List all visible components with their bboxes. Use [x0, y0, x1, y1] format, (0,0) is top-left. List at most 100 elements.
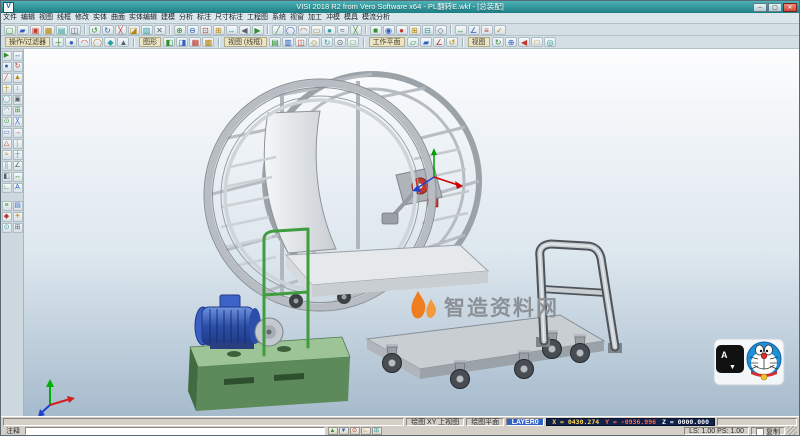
revolve-solid-icon[interactable]: ◉: [383, 25, 395, 35]
cut-icon[interactable]: ╳: [115, 25, 127, 35]
circle-filter-icon[interactable]: ◯: [91, 37, 103, 47]
offset-tool-icon[interactable]: ║: [2, 161, 12, 171]
menu-item-1[interactable]: 编辑: [19, 13, 37, 23]
center-view-icon[interactable]: ⊕: [505, 37, 517, 47]
point-icon[interactable]: ●: [324, 25, 336, 35]
rectangle-icon[interactable]: ▭: [311, 25, 323, 35]
axonometric-view-icon[interactable]: ◇: [308, 37, 320, 47]
open-folder-icon[interactable]: ▰: [17, 25, 29, 35]
layer-icon[interactable]: ≡: [2, 201, 12, 211]
break-tool-icon[interactable]: │: [13, 139, 23, 149]
redo-icon[interactable]: ↻: [102, 25, 114, 35]
workplane-reset-icon[interactable]: ↺: [446, 37, 458, 47]
point-tool-icon[interactable]: ●: [2, 62, 12, 72]
rotate-tool-icon[interactable]: ↻: [13, 62, 23, 72]
solid-filter-icon[interactable]: ▲: [117, 37, 129, 47]
copy-icon[interactable]: ◪: [128, 25, 140, 35]
measure-distance-icon[interactable]: ↔: [455, 25, 467, 35]
top-view-icon[interactable]: ▤: [269, 37, 281, 47]
menu-item-4[interactable]: 修改: [73, 13, 91, 23]
next-view-icon[interactable]: ▶: [252, 25, 264, 35]
workplane-by-face-icon[interactable]: ∠: [433, 37, 445, 47]
scale-tool-icon[interactable]: ▲: [13, 73, 23, 83]
wireframe-mode-icon[interactable]: ◨: [176, 37, 188, 47]
prompt-previous-icon[interactable]: ▲: [328, 427, 338, 435]
menu-item-16[interactable]: 冲模: [324, 13, 342, 23]
refresh-view-icon[interactable]: ↻: [492, 37, 504, 47]
arc-tool-icon[interactable]: ◠: [2, 106, 12, 116]
fillet-tool-icon[interactable]: ∟: [2, 183, 12, 193]
rectangle-tool-icon[interactable]: ▭: [2, 128, 12, 138]
surface-filter-icon[interactable]: ◆: [104, 37, 116, 47]
previous-view-icon[interactable]: ◀: [239, 25, 251, 35]
shell-solid-icon[interactable]: ◇: [435, 25, 447, 35]
previous-view2-icon[interactable]: ◀: [518, 37, 530, 47]
snap-icon[interactable]: ⊙: [2, 223, 12, 233]
copy-toggle[interactable]: 复制: [751, 427, 785, 435]
frame-view-icon[interactable]: □: [531, 37, 543, 47]
active-layer-indicator[interactable]: LAYER0: [506, 418, 544, 426]
minimize-button[interactable]: –: [753, 3, 767, 12]
delete-icon[interactable]: ✕: [154, 25, 166, 35]
menu-item-10[interactable]: 标注: [195, 13, 213, 23]
menu-item-5[interactable]: 实体: [91, 13, 109, 23]
save-icon[interactable]: ▣: [30, 25, 42, 35]
ortho-toggle-icon[interactable]: ∟: [361, 427, 371, 435]
dynamic-zoom-icon[interactable]: ⊙: [334, 37, 346, 47]
hidden-line-mode-icon[interactable]: ▦: [189, 37, 201, 47]
snap-toggle-icon[interactable]: ⊙: [350, 427, 360, 435]
camera-view-icon[interactable]: ◎: [544, 37, 556, 47]
prompt-next-icon[interactable]: ▼: [339, 427, 349, 435]
resize-grip[interactable]: [787, 426, 797, 435]
print-icon[interactable]: ▤: [56, 25, 68, 35]
active-plane-view[interactable]: 绘图 XY 上视图: [406, 418, 464, 426]
menu-item-14[interactable]: 视窗: [288, 13, 306, 23]
undo-icon[interactable]: ↺: [89, 25, 101, 35]
spline-icon[interactable]: ≈: [337, 25, 349, 35]
select-arrow-icon[interactable]: ▶: [2, 51, 12, 61]
sphere-solid-icon[interactable]: ●: [396, 25, 408, 35]
copy-tool-icon[interactable]: ▣: [13, 95, 23, 105]
circle-tool-icon[interactable]: ◯: [2, 95, 12, 105]
polyline-tool-icon[interactable]: ┼: [2, 84, 12, 94]
mirror-tool-icon[interactable]: ◧: [2, 172, 12, 182]
boolean-union-icon[interactable]: ⊞: [409, 25, 421, 35]
properties-icon[interactable]: ▤: [13, 201, 23, 211]
menu-item-0[interactable]: 文件: [1, 13, 19, 23]
options-icon[interactable]: ✓: [494, 25, 506, 35]
text-tool-icon[interactable]: A: [13, 183, 23, 193]
save-all-icon[interactable]: ▦: [43, 25, 55, 35]
zoom-window-icon[interactable]: ⊡: [200, 25, 212, 35]
grid-icon[interactable]: ⊞: [13, 223, 23, 233]
boolean-subtract-icon[interactable]: ⊟: [422, 25, 434, 35]
extrude-solid-icon[interactable]: ■: [370, 25, 382, 35]
copy-checkbox[interactable]: [756, 428, 764, 436]
menu-item-6[interactable]: 曲面: [109, 13, 127, 23]
measure-angle-icon[interactable]: ∠: [468, 25, 480, 35]
menu-item-13[interactable]: 系统: [270, 13, 288, 23]
chamfer-tool-icon[interactable]: ∠: [13, 161, 23, 171]
menu-item-7[interactable]: 实体编辑: [127, 13, 159, 23]
paste-icon[interactable]: ▨: [141, 25, 153, 35]
front-view-icon[interactable]: ▥: [282, 37, 294, 47]
menu-item-3[interactable]: 线框: [55, 13, 73, 23]
move-tool-icon[interactable]: ↔: [13, 51, 23, 61]
array-tool-icon[interactable]: ⊞: [13, 106, 23, 116]
dimension-tool-icon[interactable]: ↔: [13, 172, 23, 182]
curve-filter-icon[interactable]: ◠: [78, 37, 90, 47]
print-preview-icon[interactable]: ◫: [69, 25, 81, 35]
zoom-out-icon[interactable]: ⊖: [187, 25, 199, 35]
stretch-tool-icon[interactable]: ↕: [13, 84, 23, 94]
workplane-flip-icon[interactable]: ▰: [420, 37, 432, 47]
menu-item-11[interactable]: 尺寸标注: [213, 13, 245, 23]
menu-item-12[interactable]: 工程图: [245, 13, 270, 23]
menu-item-8[interactable]: 建模: [159, 13, 177, 23]
zoom-in-icon[interactable]: ⊕: [174, 25, 186, 35]
line-tool-icon[interactable]: ╱: [2, 73, 12, 83]
3d-viewport[interactable]: 智造资料网 A ▼: [24, 49, 799, 416]
workplane-indicator[interactable]: 绘图平面: [466, 418, 504, 426]
spline-tool-icon[interactable]: ≈: [2, 150, 12, 160]
zoom-all-icon[interactable]: ⊞: [213, 25, 225, 35]
right-view-icon[interactable]: ◫: [295, 37, 307, 47]
line-icon[interactable]: ╱: [272, 25, 284, 35]
